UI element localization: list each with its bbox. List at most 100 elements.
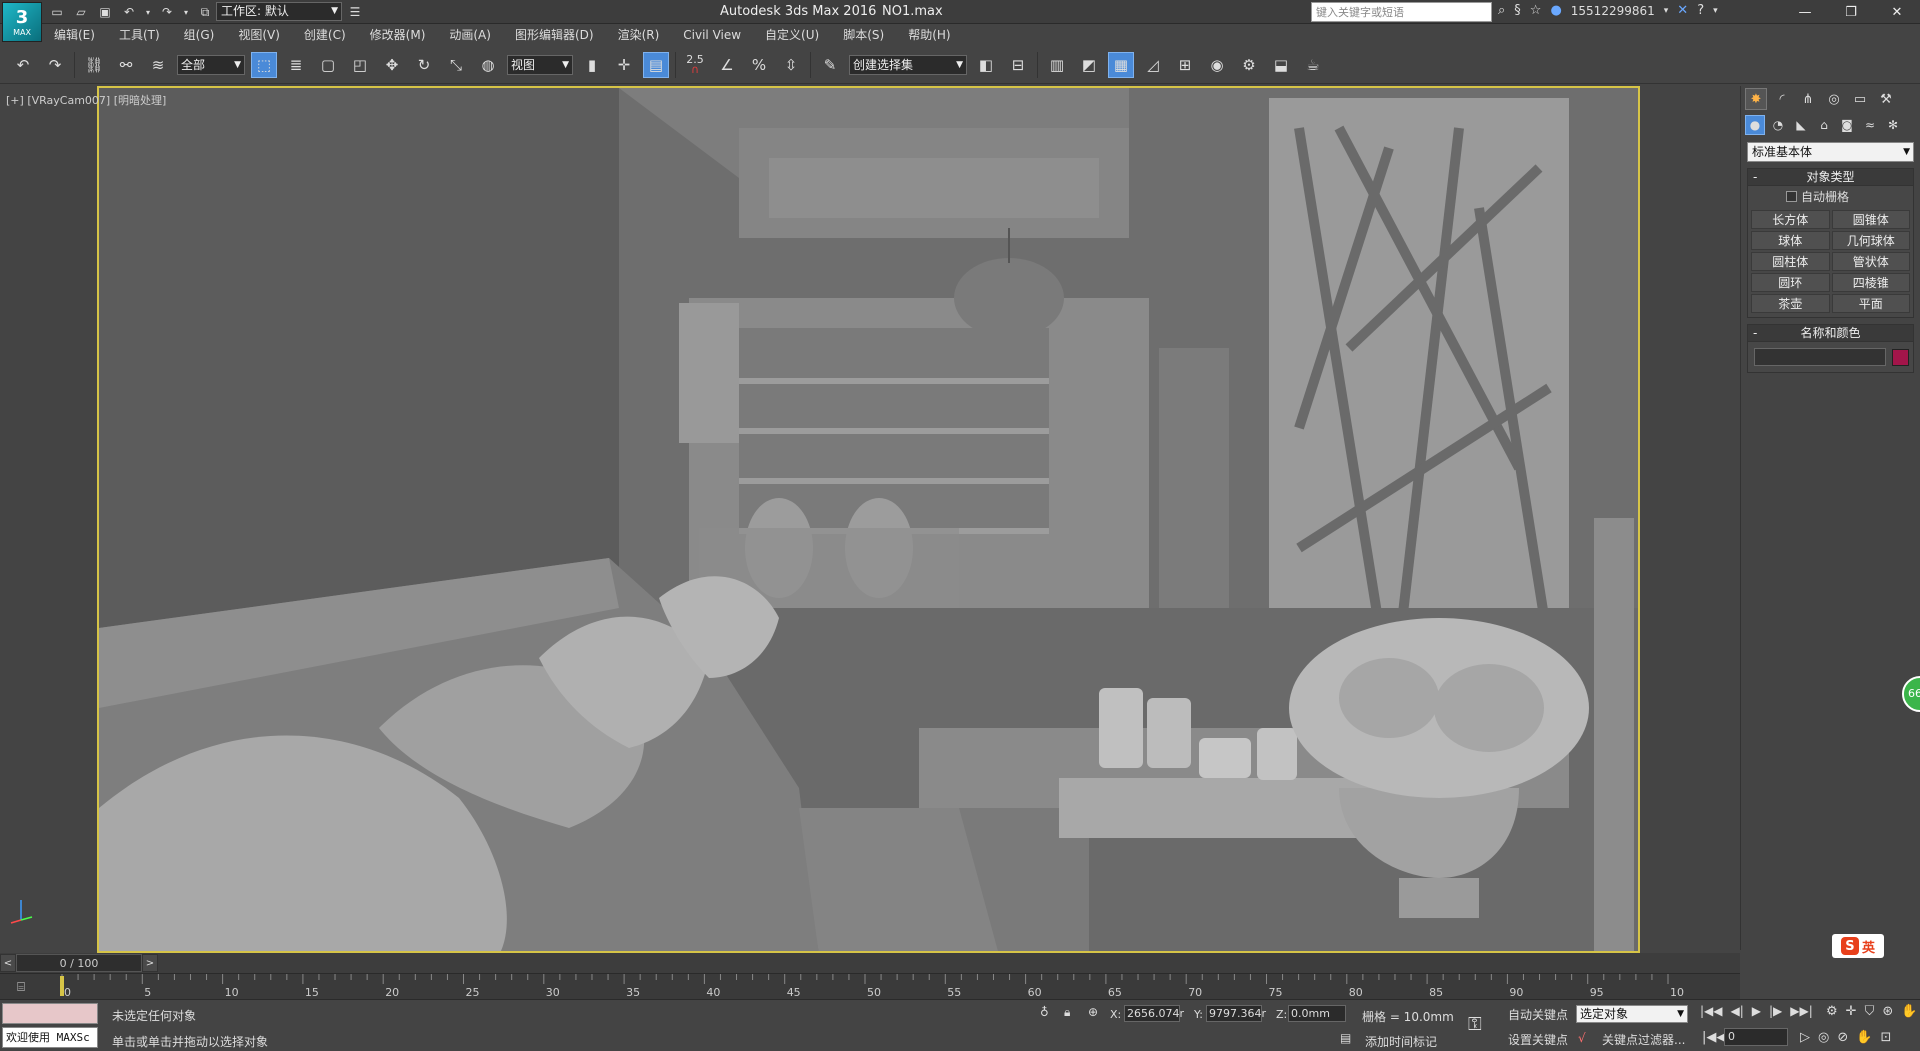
menu-help[interactable]: 帮助(H): [896, 24, 962, 46]
mini-curve-editor-icon[interactable]: ⌸: [8, 977, 34, 997]
reference-coordinate-dropdown[interactable]: 视图 ▼: [507, 54, 573, 75]
camera-dolly-icon[interactable]: ▷: [1800, 1030, 1810, 1045]
select-by-name-icon[interactable]: ≣: [283, 52, 309, 78]
key-icon[interactable]: ⚿: [1468, 1014, 1482, 1035]
undo-icon[interactable]: ↶: [120, 3, 138, 21]
object-color-swatch[interactable]: [1892, 348, 1909, 366]
go-to-end-icon[interactable]: ▶▶|: [1790, 1004, 1813, 1018]
maxscript-mini-listener[interactable]: 欢迎使用 MAXSc: [2, 1027, 98, 1048]
link-icon[interactable]: ⛓: [81, 52, 107, 78]
viewport[interactable]: [97, 86, 1640, 953]
primitive-type-dropdown[interactable]: 标准基本体 ▼: [1747, 142, 1914, 162]
time-slider-thumb[interactable]: 0 / 100: [16, 954, 142, 972]
move-icon[interactable]: ✥: [379, 52, 405, 78]
key-set-dropdown[interactable]: 选定对象 ▼: [1576, 1005, 1688, 1023]
track-ruler[interactable]: 0 5 10 15 20 25 30 35 40 45 50 55 60 65 70 75 80 85 90 95 10…: [56, 974, 1684, 1000]
maximize-viewport-icon[interactable]: ⊡: [1880, 1030, 1891, 1045]
key-mode-icon[interactable]: |◀◀: [1702, 1030, 1726, 1045]
lights-icon[interactable]: ◣: [1791, 115, 1811, 135]
curve-editor-icon[interactable]: ◿: [1140, 52, 1166, 78]
box-button[interactable]: 长方体: [1751, 210, 1830, 229]
plane-button[interactable]: 平面: [1831, 294, 1910, 313]
app-menu-button[interactable]: 3 MAX: [2, 2, 42, 42]
torus-button[interactable]: 圆环: [1751, 273, 1830, 292]
close-icon[interactable]: ✕: [1874, 0, 1920, 24]
key-curve-icon[interactable]: √: [1578, 1031, 1586, 1045]
time-tag-icon[interactable]: ▤: [1340, 1031, 1351, 1045]
percent-snap-icon[interactable]: %: [746, 52, 772, 78]
menu-scripting[interactable]: 脚本(S): [831, 24, 896, 46]
exchange-icon[interactable]: ✕: [1677, 3, 1688, 18]
undo-icon[interactable]: ↶: [10, 52, 36, 78]
y-coordinate-input[interactable]: 9797.364r: [1206, 1005, 1266, 1022]
scene-explorer-icon[interactable]: ◩: [1076, 52, 1102, 78]
redo-dropdown-icon[interactable]: ▾: [182, 3, 190, 21]
menu-group[interactable]: 组(G): [172, 24, 227, 46]
more-tools-icon[interactable]: ☰: [346, 3, 364, 21]
ime-indicator[interactable]: S 英: [1832, 934, 1884, 958]
satellite-icon[interactable]: §: [1514, 3, 1521, 18]
schematic-view-icon[interactable]: ⊞: [1172, 52, 1198, 78]
isolate-selection-icon[interactable]: ♁: [1040, 1005, 1049, 1019]
previous-key-icon[interactable]: ◀|: [1731, 1004, 1744, 1018]
viewport-camera-label[interactable]: [VRayCam007]: [27, 94, 110, 107]
search-input[interactable]: 键入关键字或短语: [1311, 2, 1492, 22]
ribbon-toggle-icon[interactable]: ▦: [1108, 51, 1134, 78]
edit-named-selection-icon[interactable]: ✎: [817, 52, 843, 78]
scale-icon[interactable]: ⤡: [443, 52, 469, 78]
set-key-button[interactable]: 设置关键点: [1508, 1031, 1568, 1048]
zoom-all-icon[interactable]: ⛉: [1865, 1004, 1875, 1019]
menu-customize[interactable]: 自定义(U): [753, 24, 831, 46]
minimize-icon[interactable]: —: [1782, 0, 1828, 24]
cylinder-button[interactable]: 圆柱体: [1751, 252, 1830, 271]
rectangle-selection-icon[interactable]: ▢: [315, 52, 341, 78]
user-icon[interactable]: ●: [1550, 3, 1561, 18]
menu-tools[interactable]: 工具(T): [107, 24, 172, 46]
space-warps-icon[interactable]: ≈: [1860, 115, 1880, 135]
select-manipulate-icon[interactable]: ✛: [611, 52, 637, 78]
save-file-icon[interactable]: ▣: [96, 3, 114, 21]
name-color-header[interactable]: - 名称和颜色: [1748, 325, 1913, 342]
shapes-icon[interactable]: ◔: [1768, 115, 1788, 135]
snaps-toggle-icon[interactable]: 2.5 ∩: [682, 52, 708, 78]
field-of-view-icon[interactable]: ⊘: [1837, 1030, 1848, 1045]
bind-space-warp-icon[interactable]: ≋: [145, 52, 171, 78]
layer-manager-icon[interactable]: ▥: [1044, 52, 1070, 78]
workspace-dropdown[interactable]: 工作区: 默认 ▼: [216, 2, 342, 21]
object-name-input[interactable]: [1754, 348, 1886, 366]
keyboard-shortcut-override-icon[interactable]: ▤: [643, 51, 669, 78]
key-filters-button[interactable]: 关键点过滤器...: [1602, 1031, 1685, 1048]
current-frame-input[interactable]: 0: [1724, 1028, 1788, 1046]
motion-tab-icon[interactable]: ◎: [1823, 88, 1845, 110]
hierarchy-tab-icon[interactable]: ⋔: [1797, 88, 1819, 110]
restore-icon[interactable]: ❐: [1828, 0, 1874, 24]
render-setup-icon[interactable]: ⚙: [1236, 52, 1262, 78]
menu-modifiers[interactable]: 修改器(M): [358, 24, 438, 46]
next-key-icon[interactable]: |▶: [1769, 1004, 1782, 1018]
tube-button[interactable]: 管状体: [1831, 252, 1910, 271]
viewport-shading-label[interactable]: [明暗处理]: [114, 94, 167, 107]
help-dropdown-icon[interactable]: ▾: [1713, 6, 1718, 16]
redo-icon[interactable]: ↷: [158, 3, 176, 21]
user-account[interactable]: 15512299861: [1571, 4, 1655, 18]
select-object-icon[interactable]: ⬚: [251, 51, 277, 78]
place-icon[interactable]: ◍: [475, 52, 501, 78]
mirror-icon[interactable]: ◧: [973, 52, 999, 78]
modify-tab-icon[interactable]: ◜: [1771, 88, 1793, 110]
play-icon[interactable]: ▶: [1752, 1004, 1761, 1018]
camera-roll-icon[interactable]: ◎: [1818, 1030, 1829, 1045]
cameras-icon[interactable]: ⌂: [1814, 115, 1834, 135]
new-file-icon[interactable]: ▭: [48, 3, 66, 21]
pivot-center-icon[interactable]: ▮: [579, 52, 605, 78]
menu-views[interactable]: 视图(V): [226, 24, 292, 46]
selection-filter-dropdown[interactable]: 全部 ▼: [177, 54, 245, 75]
z-coordinate-input[interactable]: 0.0mm: [1288, 1005, 1346, 1022]
menu-create[interactable]: 创建(C): [292, 24, 358, 46]
undo-dropdown-icon[interactable]: ▾: [144, 3, 152, 21]
geometry-icon[interactable]: ●: [1745, 115, 1765, 135]
sphere-button[interactable]: 球体: [1751, 231, 1830, 250]
time-config-icon[interactable]: ⚙: [1826, 1004, 1838, 1019]
absolute-mode-icon[interactable]: ⊕: [1088, 1005, 1098, 1019]
display-tab-icon[interactable]: ▭: [1849, 88, 1871, 110]
menu-rendering[interactable]: 渲染(R): [606, 24, 672, 46]
